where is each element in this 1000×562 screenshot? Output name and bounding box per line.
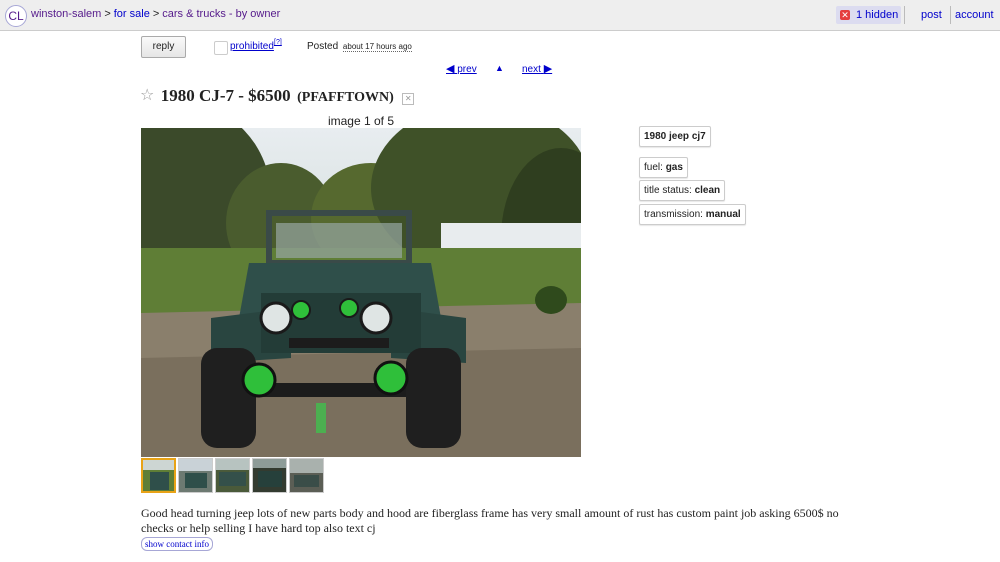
prohibited-help-link[interactable]: [?] bbox=[274, 39, 282, 46]
hidden-posts-button[interactable]: ✕ 1 hidden bbox=[836, 6, 901, 24]
posted-label: Posted bbox=[307, 41, 339, 52]
attr-fuel: fuel: gas bbox=[639, 157, 688, 178]
main-listing-image[interactable] bbox=[141, 128, 581, 457]
star-favorite-icon[interactable]: ☆ bbox=[140, 85, 154, 104]
thumbnail-5[interactable] bbox=[289, 458, 324, 493]
posted-info: Posted about 17 hours ago bbox=[307, 41, 412, 52]
top-bar: CL winston-salem > for sale > cars & trucks … bbox=[0, 0, 1000, 31]
breadcrumb-for-sale[interactable]: for sale bbox=[114, 8, 150, 20]
attr-fuel-value: gas bbox=[665, 162, 683, 173]
thumbnail-4[interactable] bbox=[252, 458, 287, 493]
next-link[interactable]: next ▶ bbox=[522, 62, 552, 75]
prev-link[interactable]: ◀ prev bbox=[446, 62, 477, 75]
breadcrumb-separator: > bbox=[104, 8, 111, 20]
craigslist-logo[interactable]: CL bbox=[5, 5, 27, 27]
posted-time: about 17 hours ago bbox=[342, 42, 412, 52]
attr-title-status-value: clean bbox=[694, 185, 721, 196]
hide-x-icon: ✕ bbox=[840, 10, 850, 20]
posting-body: Good head turning jeep lots of new parts… bbox=[141, 506, 839, 535]
image-counter: image 1 of 5 bbox=[327, 114, 395, 128]
breadcrumb-separator: > bbox=[152, 8, 160, 20]
divider bbox=[904, 6, 905, 24]
account-link[interactable]: account bbox=[955, 9, 994, 21]
prev-label: prev bbox=[457, 64, 477, 75]
right-arrow-icon: ▶ bbox=[543, 63, 553, 75]
attr-fuel-label: fuel: bbox=[644, 162, 663, 173]
thumbnail-3[interactable] bbox=[215, 458, 250, 493]
attr-transmission-label: transmission: bbox=[644, 209, 703, 220]
attr-transmission: transmission: manual bbox=[639, 204, 746, 225]
attr-transmission-value: manual bbox=[705, 209, 741, 220]
flag-checkbox[interactable] bbox=[214, 41, 228, 55]
reply-button[interactable]: reply bbox=[141, 36, 186, 58]
title-text: 1980 CJ-7 - $6500 bbox=[160, 86, 291, 105]
next-label: next bbox=[522, 64, 541, 75]
thumbnail-2[interactable] bbox=[178, 458, 213, 493]
title-location: (PFAFFTOWN) bbox=[297, 90, 394, 105]
attr-title-status: title status: clean bbox=[639, 180, 726, 201]
posting-title: ☆ 1980 CJ-7 - $6500 (PFAFFTOWN) ✕ bbox=[140, 85, 415, 106]
jeep-photo bbox=[141, 128, 581, 457]
breadcrumb-category[interactable]: cars & trucks - by owner bbox=[162, 8, 280, 20]
breadcrumb-city[interactable]: winston-salem bbox=[31, 8, 101, 20]
attr-model-value: 1980 jeep cj7 bbox=[644, 131, 706, 142]
hide-posting-icon[interactable]: ✕ bbox=[402, 93, 415, 105]
show-contact-info-button[interactable]: show contact info bbox=[141, 537, 213, 551]
left-arrow-icon: ◀ bbox=[446, 63, 455, 75]
attr-model: 1980 jeep cj7 bbox=[639, 126, 711, 147]
breadcrumb: winston-salem > for sale > cars & trucks - b… bbox=[31, 8, 280, 20]
divider bbox=[950, 6, 951, 24]
attr-title-status-label: title status: bbox=[644, 185, 692, 196]
hidden-count-label: 1 hidden bbox=[856, 9, 899, 21]
up-arrow-icon[interactable]: ▲ bbox=[495, 63, 504, 73]
thumbnail-1[interactable] bbox=[141, 458, 176, 493]
post-link[interactable]: post bbox=[921, 9, 942, 21]
prohibited-link[interactable]: prohibited bbox=[230, 41, 274, 52]
